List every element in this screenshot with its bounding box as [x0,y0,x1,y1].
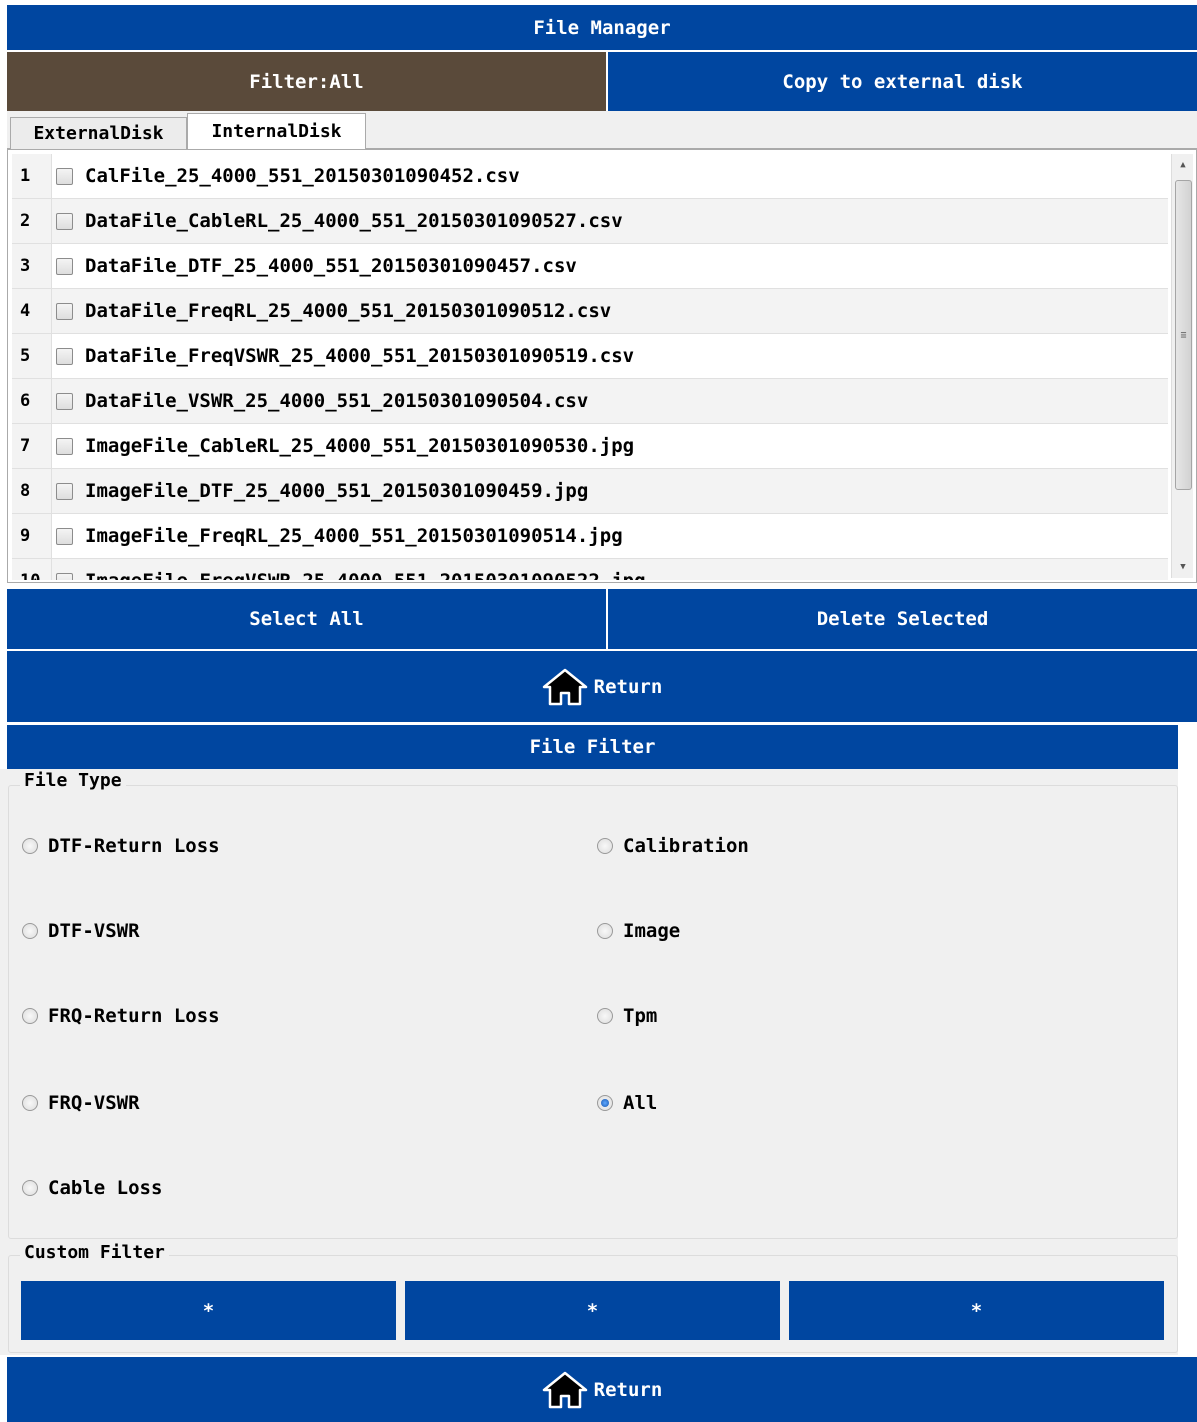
table-row[interactable]: 1 CalFile_25_4000_551_20150301090452.csv [12,154,1168,199]
table-row[interactable]: 2 DataFile_CableRL_25_4000_551_2015030109… [12,199,1168,244]
row-checkbox[interactable] [56,257,73,275]
table-row[interactable]: 8 ImageFile_DTF_25_4000_551_2015030109045… [12,469,1168,514]
file-name: DataFile_VSWR_25_4000_551_20150301090504… [85,390,589,412]
radio-label: All [623,1092,658,1114]
row-number: 10 [12,559,52,580]
file-name: DataFile_FreqVSWR_25_4000_551_2015030109… [85,345,635,367]
row-number: 8 [12,469,52,513]
radio-calibration[interactable]: Calibration [597,835,749,857]
radio-dtf-return-loss[interactable]: DTF-Return Loss [22,835,220,857]
radio-label: Calibration [623,835,749,857]
radio-icon-selected[interactable] [597,1095,613,1111]
custom-filter-field-2[interactable]: * [405,1281,780,1340]
filter-return-button[interactable]: Return [7,1357,1197,1422]
table-row[interactable]: 3 DataFile_DTF_25_4000_551_20150301090457… [12,244,1168,289]
row-checkbox[interactable] [56,347,73,365]
radio-label: DTF-VSWR [48,920,140,942]
select-all-button[interactable]: Select All [7,589,606,649]
home-icon [542,1371,587,1408]
row-number: 3 [12,244,52,288]
radio-icon[interactable] [597,1008,613,1024]
table-row[interactable]: 9 ImageFile_FreqRL_25_4000_551_2015030109… [12,514,1168,559]
return-label: Return [593,1378,663,1401]
radio-label: DTF-Return Loss [48,835,220,857]
file-list: 1 CalFile_25_4000_551_20150301090452.csv … [7,149,1197,583]
file-filter-title-text: File Filter [529,736,656,758]
radio-label: Tpm [623,1005,658,1027]
custom-filter-field-1[interactable]: * [21,1281,396,1340]
arrow-down-icon[interactable]: ▼ [1172,556,1194,578]
row-number: 1 [12,154,52,198]
file-name: DataFile_DTF_25_4000_551_20150301090457.… [85,255,577,277]
home-icon [542,668,587,705]
row-number: 4 [12,289,52,333]
row-number: 7 [12,424,52,468]
radio-frq-return-loss[interactable]: FRQ-Return Loss [22,1005,220,1027]
table-row[interactable]: 6 DataFile_VSWR_25_4000_551_2015030109050… [12,379,1168,424]
table-row[interactable]: 7 ImageFile_CableRL_25_4000_551_201503010… [12,424,1168,469]
custom-filter-field-3[interactable]: * [789,1281,1164,1340]
row-checkbox[interactable] [56,572,73,580]
table-row[interactable]: 4 DataFile_FreqRL_25_4000_551_20150301090… [12,289,1168,334]
radio-dtf-vswr[interactable]: DTF-VSWR [22,920,140,942]
row-number: 9 [12,514,52,558]
tab-external-disk[interactable]: ExternalDisk [10,117,187,149]
radio-icon[interactable] [22,1095,38,1111]
radio-icon[interactable] [22,1180,38,1196]
radio-frq-vswr[interactable]: FRQ-VSWR [22,1092,140,1114]
row-number: 5 [12,334,52,378]
row-checkbox[interactable] [56,482,73,500]
row-checkbox[interactable] [56,212,73,230]
row-checkbox[interactable] [56,527,73,545]
custom-filter-label: Custom Filter [20,1242,169,1263]
filter-button[interactable]: Filter:All [7,52,606,111]
row-checkbox[interactable] [56,167,73,185]
disk-tabs: ExternalDisk InternalDisk [7,111,1197,150]
file-list-rows: 1 CalFile_25_4000_551_20150301090452.csv … [12,154,1168,580]
row-checkbox[interactable] [56,302,73,320]
radio-label: Image [623,920,681,942]
list-scrollbar[interactable]: ▲ ≡ ▼ [1171,154,1193,578]
radio-image[interactable]: Image [597,920,680,942]
radio-label: Cable Loss [48,1177,163,1199]
file-filter-title: File Filter [7,725,1178,769]
radio-icon[interactable] [22,923,38,939]
row-checkbox[interactable] [56,437,73,455]
radio-label: FRQ-VSWR [48,1092,140,1114]
file-name: ImageFile_FreqVSWR_25_4000_551_201503010… [85,570,646,580]
table-row[interactable]: 5 DataFile_FreqVSWR_25_4000_551_201503010… [12,334,1168,379]
radio-cable-loss[interactable]: Cable Loss [22,1177,162,1199]
file-name: ImageFile_CableRL_25_4000_551_2015030109… [85,435,635,457]
page-title: File Manager [7,5,1197,50]
return-button[interactable]: Return [7,651,1197,722]
list-actions: Select All Delete Selected [7,589,1197,649]
file-name: ImageFile_FreqRL_25_4000_551_20150301090… [85,525,623,547]
file-type-label: File Type [20,770,126,791]
tab-internal-disk[interactable]: InternalDisk [187,113,366,150]
page-title-text: File Manager [533,16,671,39]
table-row[interactable]: 10 ImageFile_FreqVSWR_25_4000_551_2015030… [12,559,1168,580]
arrow-up-icon[interactable]: ▲ [1172,154,1194,176]
radio-icon[interactable] [597,923,613,939]
row-number: 6 [12,379,52,423]
row-checkbox[interactable] [56,392,73,410]
radio-icon[interactable] [597,838,613,854]
file-name: ImageFile_DTF_25_4000_551_20150301090459… [85,480,589,502]
file-filter-panel: File Type DTF-Return Loss DTF-VSWR FRQ-R… [0,769,1178,1355]
return-label: Return [593,675,663,698]
radio-label: FRQ-Return Loss [48,1005,220,1027]
radio-icon[interactable] [22,1008,38,1024]
file-name: DataFile_FreqRL_25_4000_551_201503010905… [85,300,612,322]
copy-to-external-button[interactable]: Copy to external disk [608,52,1197,111]
radio-tpm[interactable]: Tpm [597,1005,657,1027]
radio-all[interactable]: All [597,1092,657,1114]
file-name: CalFile_25_4000_551_20150301090452.csv [85,165,520,187]
top-toolbar: Filter:All Copy to external disk [7,52,1197,111]
radio-icon[interactable] [22,838,38,854]
file-name: DataFile_CableRL_25_4000_551_20150301090… [85,210,623,232]
delete-selected-button[interactable]: Delete Selected [608,589,1197,649]
row-number: 2 [12,199,52,243]
scrollbar-thumb[interactable]: ≡ [1175,180,1192,490]
